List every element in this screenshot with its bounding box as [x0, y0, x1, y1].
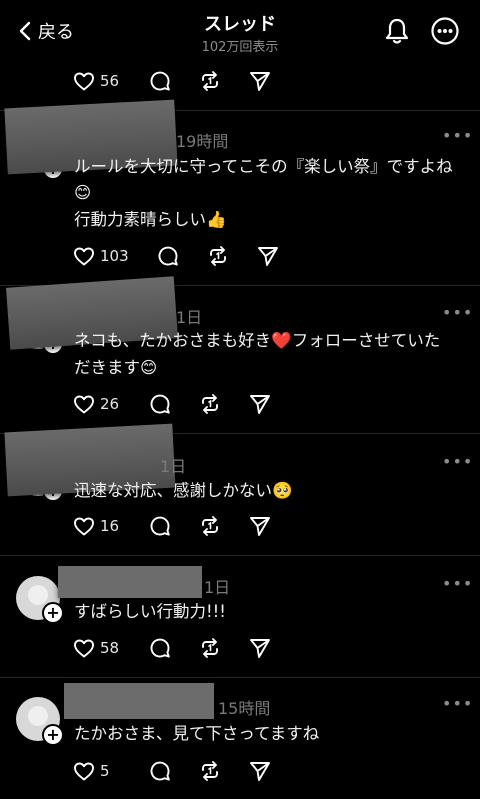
thread-header: 戻る スレッド 102万回表示	[0, 0, 480, 58]
divider	[0, 677, 480, 678]
share-button[interactable]	[248, 514, 272, 538]
send-icon	[250, 639, 270, 658]
heart-icon	[74, 517, 94, 536]
send-icon	[258, 247, 278, 266]
comment-icon	[150, 516, 170, 536]
heart-icon	[74, 395, 94, 414]
send-icon	[250, 395, 270, 414]
more-dots-icon[interactable]: •••	[442, 303, 473, 322]
post-text: ルールを大切に守ってこその『楽しい祭』ですよね	[74, 157, 453, 176]
like-button[interactable]: 58	[72, 636, 148, 660]
post-text: ネコも、たかおさまも好き❤️フォローさせていた	[74, 331, 441, 350]
more-dots-icon[interactable]: •••	[442, 694, 473, 713]
post-actions: 58	[72, 635, 272, 661]
redacted-username	[64, 683, 214, 719]
repost-icon	[202, 71, 218, 91]
like-button[interactable]: 103	[72, 244, 156, 268]
comment-icon	[150, 638, 170, 658]
comment-button[interactable]	[148, 69, 198, 93]
more-dots-icon[interactable]: •••	[442, 126, 473, 145]
share-button[interactable]	[256, 244, 280, 268]
post-time: 1日	[160, 457, 187, 476]
send-icon	[250, 517, 270, 536]
like-button[interactable]: 26	[72, 392, 148, 416]
repost-button[interactable]	[198, 514, 248, 538]
like-count: 5	[100, 762, 110, 780]
more-dots-icon[interactable]: •••	[442, 574, 473, 593]
send-icon	[250, 72, 270, 91]
repost-button[interactable]	[206, 244, 256, 268]
follow-plus-button[interactable]: +	[42, 724, 64, 746]
repost-button[interactable]	[198, 392, 248, 416]
post-text: すばらしい行動力!!!	[74, 602, 226, 621]
post-actions: 56	[72, 68, 272, 94]
comment-button[interactable]	[156, 244, 206, 268]
comment-icon	[150, 394, 170, 414]
repost-icon	[202, 638, 218, 658]
divider	[0, 555, 480, 556]
share-button[interactable]	[248, 636, 272, 660]
comment-button[interactable]	[148, 759, 198, 783]
post-actions: 16	[72, 513, 272, 539]
heart-icon	[74, 639, 94, 658]
comment-button[interactable]	[148, 392, 198, 416]
post-text: 迅速な対応、感謝しかない🥺	[74, 481, 293, 500]
post-text: 行動力素晴らしい👍	[74, 210, 227, 229]
post-actions: 5	[72, 758, 272, 784]
repost-icon	[202, 394, 218, 414]
heart-icon	[74, 247, 94, 266]
post-text: 😊	[74, 183, 92, 202]
post-text: たかおさま、見て下さってますね	[74, 724, 320, 743]
post-time: 15時間	[218, 699, 271, 718]
comment-icon	[158, 246, 178, 266]
repost-icon	[210, 246, 226, 266]
comment-button[interactable]	[148, 636, 198, 660]
repost-button[interactable]	[198, 759, 248, 783]
send-icon	[250, 762, 270, 781]
post-actions: 26	[72, 391, 272, 417]
bell-icon[interactable]	[382, 16, 412, 46]
share-button[interactable]	[248, 392, 272, 416]
comment-icon	[150, 71, 170, 91]
repost-button[interactable]	[198, 636, 248, 660]
heart-icon	[74, 762, 94, 781]
like-button[interactable]: 5	[72, 759, 148, 783]
heart-icon	[74, 72, 94, 91]
like-count: 103	[100, 247, 129, 265]
like-button[interactable]: 16	[72, 514, 148, 538]
like-count: 58	[100, 639, 120, 657]
comment-icon	[150, 761, 170, 781]
repost-icon	[202, 516, 218, 536]
post-time: 1日	[176, 308, 203, 327]
post-time: 19時間	[176, 132, 229, 151]
like-button[interactable]: 56	[72, 69, 148, 93]
post-actions: 103	[72, 243, 280, 269]
repost-button[interactable]	[198, 69, 248, 93]
like-count: 56	[100, 72, 120, 90]
comment-button[interactable]	[148, 514, 198, 538]
more-circle-icon[interactable]	[430, 16, 460, 46]
post-text: だきます😊	[74, 358, 158, 377]
like-count: 16	[100, 517, 120, 535]
redacted-username	[58, 566, 202, 598]
like-count: 26	[100, 395, 120, 413]
follow-plus-button[interactable]: +	[42, 602, 64, 624]
share-button[interactable]	[248, 69, 272, 93]
share-button[interactable]	[248, 759, 272, 783]
post-time: 1日	[204, 578, 231, 597]
more-dots-icon[interactable]: •••	[442, 452, 473, 471]
repost-icon	[202, 761, 218, 781]
